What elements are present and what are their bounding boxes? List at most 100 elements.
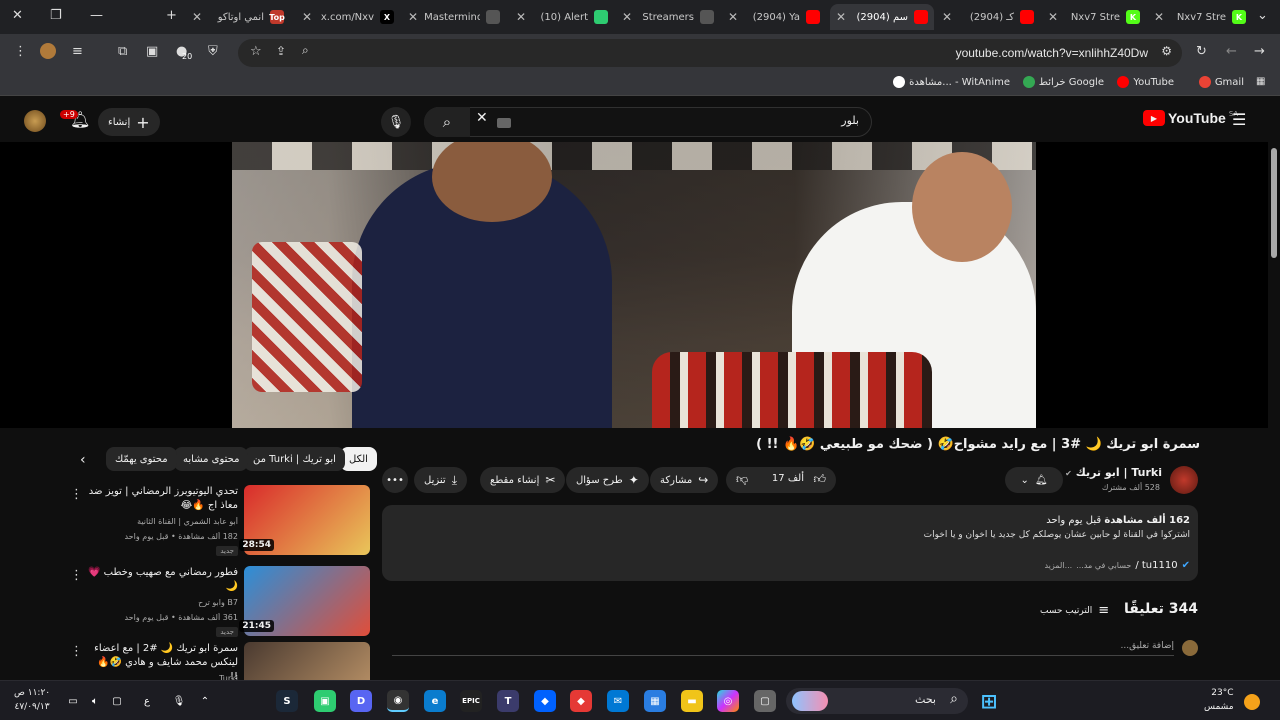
tray-chevron-icon[interactable]: ⌃ xyxy=(194,690,216,712)
channel-name[interactable]: Turki | ابو تريك ✔ xyxy=(1060,466,1162,479)
app-icon[interactable]: ◆ xyxy=(570,690,592,712)
chrome-icon[interactable]: ◉ xyxy=(387,690,409,712)
bookmark-star-icon[interactable]: ☆ xyxy=(250,44,262,59)
video-frame[interactable] xyxy=(232,142,1036,428)
profile-avatar[interactable] xyxy=(40,43,56,59)
sort-button[interactable]: الترتيب حسب ≡ xyxy=(1040,603,1109,618)
browser-tab[interactable]: ✕ Nxv7 Stre K xyxy=(1042,4,1146,30)
edge-icon[interactable]: e xyxy=(424,690,446,712)
social-link[interactable]: tu1110 / xyxy=(1135,560,1177,571)
teams-icon[interactable]: T xyxy=(497,690,519,712)
tab-search-icon[interactable]: ⌄ xyxy=(1257,8,1268,23)
close-tab-icon[interactable]: ✕ xyxy=(942,10,952,24)
browser-tab[interactable]: ✕ Streamers xyxy=(616,4,720,30)
browser-tab[interactable]: ✕ (10) Alert xyxy=(510,4,614,30)
new-tab-icon[interactable]: + xyxy=(166,8,177,23)
taskbar-search[interactable]: بحث ⌕ xyxy=(786,688,968,714)
browser-tab[interactable]: ✕ (2904) كـ xyxy=(936,4,1040,30)
reload-icon[interactable]: ↻ xyxy=(1196,44,1207,59)
video-player[interactable] xyxy=(0,142,1268,428)
youtube-logo[interactable]: ▶ YouTube SA xyxy=(1143,110,1238,126)
extensions-icon[interactable]: ⧉ xyxy=(118,44,127,59)
filter-chip[interactable]: محتوى يهمّك xyxy=(106,447,177,471)
share-page-icon[interactable]: ⇪ xyxy=(276,44,286,58)
guide-menu-icon[interactable]: ☰ xyxy=(1232,110,1246,129)
browser-tab[interactable]: ✕ (2904) سم xyxy=(830,4,934,30)
bookmark-maps[interactable]: خرائط Google xyxy=(1022,76,1104,88)
recommendation-title[interactable]: فطور رمضاني مع صهيب وخطب 💗🌙 xyxy=(88,566,238,594)
subscription-button[interactable]: ⌄ 🔔︎ xyxy=(1005,467,1063,493)
close-tab-icon[interactable]: ✕ xyxy=(1154,10,1164,24)
search-button[interactable]: ⌕ xyxy=(424,107,470,137)
network-icon[interactable]: ▢ xyxy=(106,690,128,712)
back-icon[interactable]: → xyxy=(1254,44,1265,59)
store-icon[interactable]: ▦ xyxy=(644,690,666,712)
close-tab-icon[interactable]: ✕ xyxy=(192,10,202,24)
start-icon[interactable]: ⊞ xyxy=(978,689,1000,713)
filter-chip[interactable]: من Turki | ابو تريك xyxy=(244,447,345,471)
minimize-window-icon[interactable]: — xyxy=(90,8,103,23)
close-tab-icon[interactable]: ✕ xyxy=(408,10,418,24)
clear-search-icon[interactable]: ✕ xyxy=(476,110,488,126)
recommendation-channel[interactable]: أبو عابد الشمري | القناة الثانية xyxy=(68,517,238,526)
file-explorer-icon[interactable]: ▬ xyxy=(681,690,703,712)
channel-avatar[interactable] xyxy=(1170,466,1198,494)
close-tab-icon[interactable]: ✕ xyxy=(622,10,632,24)
account-avatar[interactable] xyxy=(24,110,46,132)
battery-icon[interactable]: ▭ xyxy=(62,690,84,712)
filter-chip[interactable]: محتوى مشابه xyxy=(174,447,249,471)
dropbox-icon[interactable]: ◆ xyxy=(534,690,556,712)
browser-tab[interactable]: ✕ انمي اوتاكو Top xyxy=(186,4,290,30)
browser-tab[interactable]: ✕ Mastermind xyxy=(402,4,506,30)
create-button[interactable]: إنشاء + xyxy=(98,108,160,136)
more-actions-button[interactable]: ••• xyxy=(382,467,408,493)
more-options-icon[interactable]: ⋮ xyxy=(70,644,83,659)
recommendation-item[interactable]: تحدي اليوتيوبرز الرمضاني | تويز ضد معاذ … xyxy=(66,485,370,557)
epic-games-icon[interactable]: EPIC xyxy=(460,690,482,712)
url-text[interactable]: youtube.com/watch?v=xnlihhZ40Dw xyxy=(956,46,1148,60)
recommendation-item[interactable]: فطور رمضاني مع صهيب وخطب 💗🌙 ⋮ B7 وابو ترح 3… xyxy=(66,566,370,638)
window-icon[interactable]: ▢ xyxy=(754,690,776,712)
bookmark-witanime[interactable]: مشاهدة... - WitAnime xyxy=(893,76,1010,88)
media-control-icon[interactable]: ≡ xyxy=(72,44,83,59)
keyboard-icon[interactable] xyxy=(497,118,511,128)
copilot-icon[interactable]: ◎ xyxy=(717,690,739,712)
input-language[interactable]: ع xyxy=(136,690,158,712)
description-box[interactable]: 162 ألف مشاهدة قبل يوم واحد اشتركوا في ا… xyxy=(382,505,1198,581)
clock[interactable]: ١١:٢٠ ص ٤٧/٠٩/١٣ xyxy=(14,686,50,714)
steam-icon[interactable]: S xyxy=(276,690,298,712)
scrollbar-thumb[interactable] xyxy=(1271,148,1277,258)
apps-icon[interactable]: ▦ xyxy=(1256,76,1265,87)
extension-icon[interactable]: ▣ xyxy=(146,44,158,59)
chat-app-icon[interactable]: ▣ xyxy=(314,690,336,712)
download-button[interactable]: تنزيل ⤓ xyxy=(414,467,467,493)
address-bar[interactable]: ☆ ⇪ ⌕ youtube.com/watch?v=xnlihhZ40Dw ⚙ xyxy=(238,39,1182,67)
browser-tab[interactable]: ✕ (2904) Ya xyxy=(722,4,826,30)
bookmark-youtube[interactable]: YouTube xyxy=(1117,76,1174,88)
close-tab-icon[interactable]: ✕ xyxy=(302,10,312,24)
share-button[interactable]: مشاركة ↪ xyxy=(650,467,719,493)
discord-icon[interactable]: D xyxy=(350,690,372,712)
microphone-icon[interactable]: 🎙︎ xyxy=(168,690,190,712)
recommendation-title[interactable]: تحدي اليوتيوبرز الرمضاني | تويز ضد معاذ … xyxy=(88,485,238,513)
restore-window-icon[interactable]: ❐ xyxy=(50,8,62,23)
add-comment-field[interactable]: إضافة تعليق... xyxy=(392,641,1174,656)
dislike-icon[interactable]: 👎︎ xyxy=(736,472,748,487)
bookmark-gmail[interactable]: Gmail xyxy=(1198,76,1244,88)
browser-tab[interactable]: ✕ Nxv7 Stre K xyxy=(1148,4,1252,30)
menu-icon[interactable]: ⋮ xyxy=(14,44,27,59)
close-tab-icon[interactable]: ✕ xyxy=(516,10,526,24)
clip-button[interactable]: إنشاء مقطع ✂ xyxy=(480,467,566,493)
more-options-icon[interactable]: ⋮ xyxy=(70,487,83,502)
more-options-icon[interactable]: ⋮ xyxy=(70,568,83,583)
show-more-link[interactable]: ...المزيد xyxy=(1044,561,1072,570)
search-input[interactable]: بلور xyxy=(424,107,872,137)
volume-icon[interactable]: 🔈︎ xyxy=(84,690,106,712)
close-tab-icon[interactable]: ✕ xyxy=(1048,10,1058,24)
close-window-icon[interactable]: ✕ xyxy=(12,8,23,23)
browser-tab[interactable]: ✕ x.com/Nxv X xyxy=(296,4,400,30)
close-tab-icon[interactable]: ✕ xyxy=(836,10,846,24)
ask-button[interactable]: طرح سؤال ✦ xyxy=(566,467,649,493)
weather-widget[interactable]: 23°C مشمس xyxy=(1204,686,1234,714)
forward-icon[interactable]: ← xyxy=(1226,44,1237,59)
